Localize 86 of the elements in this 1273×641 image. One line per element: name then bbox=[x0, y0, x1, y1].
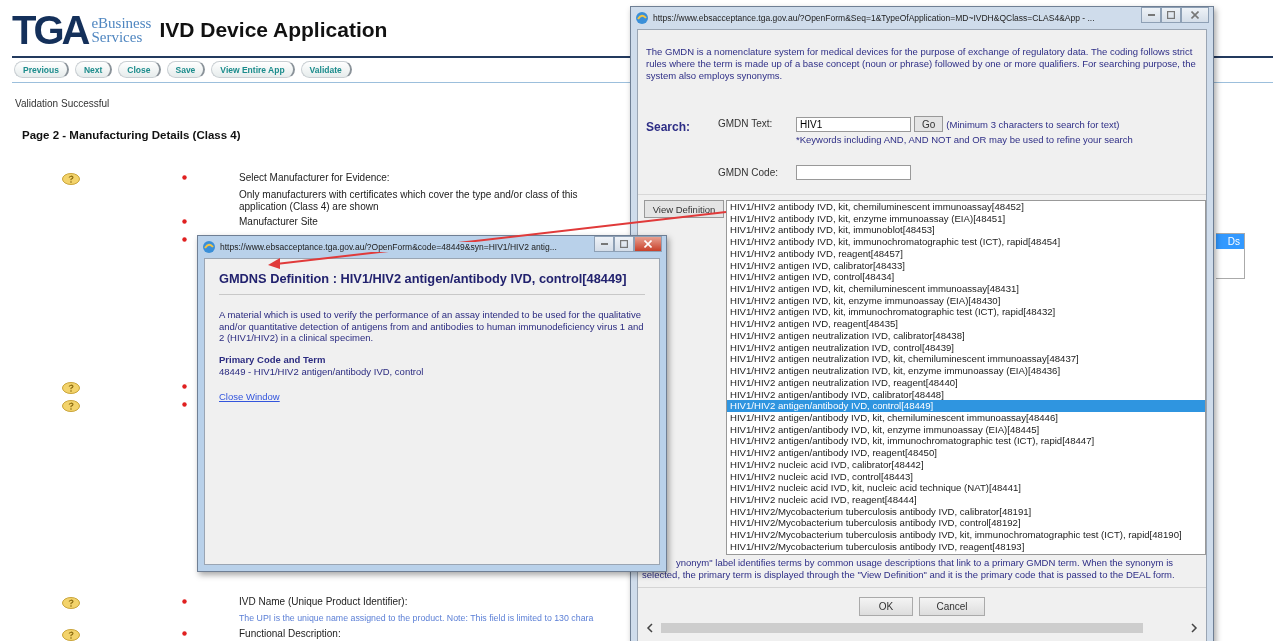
scroll-left-icon bbox=[646, 623, 653, 633]
list-item[interactable]: HIV1/HIV2 antibody IVD, kit, immunochromatographic test (ICT), rapid[48454] bbox=[727, 236, 1205, 248]
list-item[interactable]: HIV1/HIV2/Mycobacterium tuberculosis antibody IVD, kit, immunochromatographic test (ICT), rapid[48190] bbox=[727, 529, 1205, 541]
window-title: https://www.ebsacceptance.tga.gov.au/?OpenForm&code=48449&syn=HIV1/HIV2 antig... bbox=[220, 242, 557, 252]
minimize-button[interactable] bbox=[594, 236, 614, 252]
list-item[interactable]: HIV1/HIV2 antigen neutralization IVD, control[48439] bbox=[727, 341, 1205, 354]
close-button[interactable] bbox=[634, 236, 662, 252]
primary-code-label: Primary Code and Term bbox=[219, 354, 327, 366]
logo-subtitle: Services bbox=[91, 30, 144, 44]
list-item[interactable]: HIV1/HIV2 antibody IVD, kit, enzyme immunoassay (EIA)[48451] bbox=[727, 212, 1205, 225]
close-icon bbox=[644, 240, 652, 248]
list-item[interactable]: HIV1/HIV2 nucleic acid IVD, kit, nucleic acid technique (NAT)[48441] bbox=[727, 482, 1205, 494]
search-label: Search: bbox=[645, 120, 692, 134]
go-button[interactable]: Go bbox=[914, 116, 944, 132]
list-item[interactable]: HIV1/HIV2 antigen/antibody IVD, kit, immunochromatographic test (ICT), rapid[48447] bbox=[727, 435, 1205, 448]
field-label: GMDN Text: bbox=[718, 118, 774, 129]
list-item[interactable]: HIV1/HIV2 antigen/antibody IVD, calibrator[48448] bbox=[727, 388, 1205, 401]
list-item[interactable]: HIV1/HIV2 nucleic acid IVD, reagent[48444] bbox=[727, 493, 1205, 506]
list-item[interactable]: HIV1/HIV2 antigen IVD, kit, enzyme immunoassay (EIA)[48430] bbox=[727, 294, 1205, 307]
scroll-thumb[interactable] bbox=[661, 623, 1143, 633]
window-title: https://www.ebsacceptance.tga.gov.au/?OpenForm&Seq=1&TypeOfApplication=MD~IVDH&QClass=CLAS4&App - ... bbox=[653, 13, 1095, 23]
list-item[interactable]: HIV1/HIV2/Mycobacterium tuberculosis antibody IVD, calibrator[48191] bbox=[727, 505, 1205, 518]
keyword-hint: *Keywords including AND, AND NOT and OR may be used to refine your search bbox=[796, 134, 1133, 145]
toolbar-button[interactable]: Close bbox=[118, 61, 161, 78]
page-title: Page 2 - Manufacturing Details (Class 4) bbox=[22, 129, 241, 141]
field-label: Functional Description: bbox=[239, 627, 341, 641]
list-item[interactable]: HIV1/HIV2 antigen IVD, control[48434] bbox=[727, 271, 1205, 284]
list-item[interactable]: HIV1/HIV2 antibody IVD, kit, chemiluminescent immunoassay[48452] bbox=[727, 201, 1205, 213]
intro-text: The GMDN is a nomenclature system for medical devices for the purpose of exchange of regulatory data. The coding follows strict rules where the term is made up of a base concept (noun or phrase) followed by one or more qualifiers. For searching purpose, the system also employs synonyms. bbox=[645, 45, 1197, 82]
minimize-icon bbox=[1147, 14, 1155, 16]
toolbar-button[interactable]: Validate bbox=[300, 61, 352, 78]
maximize-icon bbox=[1167, 11, 1175, 19]
app-title: IVD Device Application bbox=[159, 18, 388, 42]
ok-button[interactable]: OK bbox=[859, 597, 913, 616]
cancel-button[interactable]: Cancel bbox=[919, 597, 985, 616]
list-item[interactable]: HIV1/HIV2 antigen/antibody IVD, kit, chemiluminescent immunoassay[48446] bbox=[727, 411, 1205, 424]
close-button[interactable] bbox=[1181, 7, 1209, 23]
list-item[interactable]: HIV1/HIV2 antigen neutralization IVD, reagent[48440] bbox=[727, 376, 1205, 389]
note-text: selected, the primary term is displayed through the "View Definition" and it is the primary code that is passed to the DEAL form. bbox=[642, 569, 1176, 581]
list-item[interactable]: HIV1/HIV2 antigen IVD, reagent[48435] bbox=[727, 318, 1205, 330]
maximize-button[interactable] bbox=[614, 236, 634, 252]
note-text: ynonym" label identifies terms by common usage descriptions that link to a primary GMDN term. When the synonym is bbox=[675, 557, 1175, 569]
maximize-button[interactable] bbox=[1161, 7, 1181, 23]
toolbar-button[interactable]: View Entire App bbox=[211, 61, 295, 78]
list-item[interactable]: HIV1/HIV2/Mycobacterium tuberculosis antibody IVD, reagent[48193] bbox=[727, 540, 1205, 553]
list-item[interactable]: HIV1/HIV2 antigen neutralization IVD, kit, chemiluminescent immunoassay[48437] bbox=[727, 353, 1205, 366]
logo-text: TGA bbox=[12, 10, 88, 50]
browser-icon bbox=[635, 11, 649, 25]
minimize-button[interactable] bbox=[1141, 7, 1161, 23]
list-item[interactable]: HIV1/HIV2 antigen/antibody IVD, kit, enzyme immunoassay (EIA)[48445] bbox=[727, 423, 1205, 436]
list-item[interactable]: HIV1/HIV2 antigen IVD, kit, chemiluminescent immunoassay[48431] bbox=[727, 283, 1205, 295]
list-item[interactable]: HIV1/HIV2 antigen IVD, calibrator[48433] bbox=[727, 259, 1205, 272]
list-item[interactable]: HIV1/HIV2 antigen IVD, kit, immunochromatographic test (ICT), rapid[48432] bbox=[727, 306, 1205, 319]
browser-icon bbox=[202, 240, 216, 254]
results-list[interactable] bbox=[726, 200, 1206, 555]
view-definition-button[interactable]: View Definition bbox=[644, 200, 724, 218]
scroll-right-icon bbox=[1191, 623, 1198, 633]
list-item[interactable]: HIV1/HIV2 antigen/antibody IVD, reagent[48450] bbox=[727, 447, 1205, 459]
list-item[interactable]: HIV1/HIV2/Mycobacterium tuberculosis antibody IVD, control[48192] bbox=[727, 517, 1205, 530]
field-label: IVD Name (Unique Product Identifier): bbox=[239, 595, 408, 609]
list-item[interactable]: HIV1/HIV2 antigen neutralization IVD, kit, enzyme immunoassay (EIA)[48436] bbox=[727, 365, 1205, 377]
definition-text: A material which is used to verify the performance of an assay intended to be used for the qualitative and/or quantitative detection of antigens from and antibodies to human immunodeficiency virus 1 and 2 (HIV1/HIV2) in a clinical specimen. bbox=[219, 309, 645, 345]
field-note: Only manufacturers with certificates which cover the type and/or class of this application (Class 4) are shown bbox=[239, 189, 579, 213]
minimize-icon bbox=[600, 243, 608, 245]
status-message: Validation Successful bbox=[15, 98, 111, 109]
toolbar-button[interactable]: Next bbox=[74, 61, 113, 78]
list-item[interactable]: HIV1/HIV2 antigen neutralization IVD, calibrator[48438] bbox=[727, 329, 1205, 342]
maximize-icon bbox=[620, 240, 628, 248]
list-item[interactable]: HIV1/HIV2 antibody IVD, kit, immunoblot[48453] bbox=[727, 224, 1205, 237]
field-hint: The UPI is the unique name assigned to the product. Note: This field is limited to 130 chara bbox=[239, 612, 594, 625]
definition-heading: GMDNS Definition : HIV1/HIV2 antigen/antibody IVD, control[48449] bbox=[219, 271, 645, 295]
list-item[interactable]: HIV1/HIV2 antibody IVD, reagent[48457] bbox=[727, 247, 1205, 260]
toolbar-button[interactable]: Save bbox=[166, 61, 206, 78]
list-item[interactable]: HIV1/HIV2 nucleic acid IVD, calibrator[48442] bbox=[727, 458, 1205, 471]
close-window-link[interactable]: Close Window bbox=[219, 391, 280, 403]
code-field[interactable] bbox=[796, 165, 911, 180]
close-icon bbox=[1191, 11, 1199, 19]
search-hint: (Minimum 3 characters to search for text) bbox=[946, 118, 1120, 130]
text-field[interactable]: HIV1 bbox=[796, 116, 911, 132]
logo-subtitle: eBusiness bbox=[91, 16, 152, 30]
list-item[interactable]: HIV1/HIV2 nucleic acid IVD, control[48443] bbox=[727, 470, 1205, 483]
primary-code-value: 48449 - HIV1/HIV2 antigen/antibody IVD, control bbox=[219, 366, 425, 378]
field-label: GMDN Code: bbox=[718, 167, 779, 178]
field-label: Select Manufacturer for Evidence: bbox=[239, 171, 390, 185]
field-label: Manufacturer Site bbox=[239, 215, 318, 229]
toolbar-button[interactable]: Previous bbox=[14, 61, 69, 78]
